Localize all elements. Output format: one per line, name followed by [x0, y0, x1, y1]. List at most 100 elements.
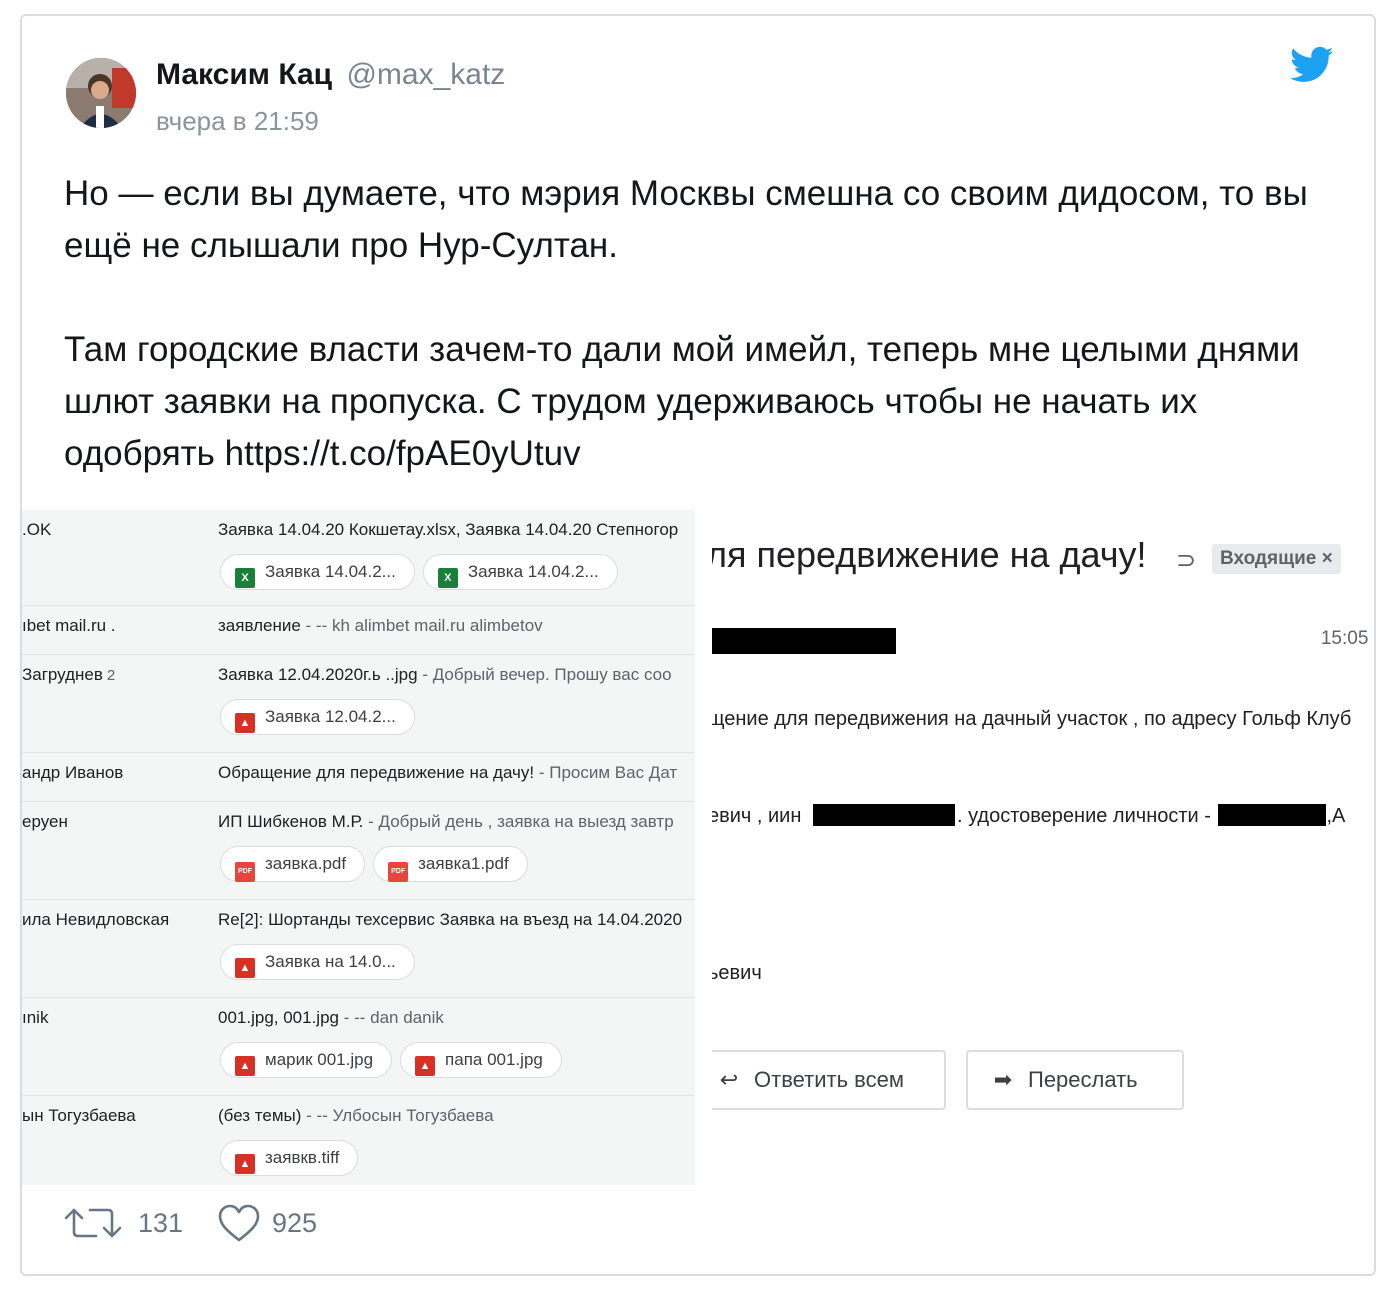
inbox-row-sender: ıbet mail.ru .: [22, 616, 116, 636]
subject-text: 001.jpg, 001.jpg: [218, 1008, 339, 1027]
image-icon: ▲: [235, 713, 255, 733]
snippet-text: - Добрый вечер. Прошу вас соо: [417, 665, 672, 684]
reply-all-button[interactable]: ↩ Ответить всем: [712, 1050, 946, 1110]
attachment-chip[interactable]: ▲ папа 001.jpg: [400, 1042, 562, 1078]
attachment-chip[interactable]: ▲ Заявка на 14.0...: [220, 944, 415, 980]
snippet-text: - -- kh alimbet mail.ru alimbetov: [300, 616, 543, 635]
subject-text: Заявка 14.04.20 Кокшетау.xlsx, Заявка 14…: [218, 520, 679, 539]
attachment-label: Заявка 14.04.2...: [265, 562, 396, 581]
inbox-row[interactable]: ınik 001.jpg, 001.jpg - -- dan danik ▲ мари…: [22, 998, 695, 1096]
inbox-row[interactable]: ıbet mail.ru . заявление - -- kh alimbet …: [22, 606, 695, 655]
inbox-row-sender: ınik: [22, 1008, 48, 1028]
sender-name: андр Иванов: [22, 763, 124, 782]
inbox-row-subject: (без темы) - -- Улбосын Тогузбаева: [218, 1106, 494, 1126]
image-icon: ▲: [235, 958, 255, 978]
attachment-chips: ▲ Заявка на 14.0...: [220, 944, 423, 980]
attachment-chip[interactable]: X Заявка 14.04.2...: [422, 554, 618, 590]
like-count: 925: [272, 1208, 318, 1238]
sender-name: ınik: [22, 1008, 49, 1027]
attachment-chip[interactable]: ▲ марик 001.jpg: [220, 1042, 393, 1078]
attachment-chip[interactable]: ▲ заявкв.tiff: [220, 1140, 359, 1176]
redacted-sender: [712, 628, 896, 654]
inbox-row-subject: Заявка 14.04.20 Кокшетау.xlsx, Заявка 14…: [218, 520, 678, 540]
heart-icon: [218, 1204, 260, 1242]
inbox-row[interactable]: Загруднев 2 Заявка 12.04.2020г.ь ..jpg - Д…: [22, 655, 695, 753]
attachment-chip[interactable]: ▲ Заявка 12.04.2...: [220, 699, 415, 735]
image-icon: ▲: [235, 1154, 255, 1174]
inbox-row-subject: Заявка 12.04.2020г.ь ..jpg - Добрый вече…: [218, 665, 672, 685]
retweet-icon: [64, 1208, 122, 1238]
inbox-row[interactable]: ын Тогузбаева (без темы) - -- Улбосын Тог…: [22, 1096, 695, 1185]
email-body-line-2b: . удостоверение личности -: [956, 805, 1211, 827]
snippet-text: - -- Улбосын Тогузбаева: [301, 1106, 494, 1125]
attachment-chip[interactable]: PDF заявка1.pdf: [373, 846, 528, 882]
inbox-row-subject: Re[2]: Шортанды техсервис Заявка на въез…: [218, 910, 682, 930]
reply-all-label: Ответить всем: [754, 1067, 904, 1092]
inbox-row-subject: ИП Шибкенов М.Р. - Добрый день , заявка …: [218, 812, 674, 832]
media-divider: [695, 510, 704, 1185]
attachment-label: марик 001.jpg: [265, 1050, 374, 1069]
attachment-chips: ▲ Заявка 12.04.2...: [220, 699, 423, 735]
email-screenshot[interactable]: ля передвижение на дачу! ⊃ Входящие × 15…: [704, 510, 1374, 1185]
sender-name: ıbet mail.ru .: [22, 616, 116, 635]
subject-text: Re[2]: Шортанды техсервис Заявка на въез…: [218, 910, 683, 929]
thread-count: 2: [106, 667, 116, 684]
attachment-chips: ▲ марик 001.jpg ▲ папа 001.jpg: [220, 1042, 570, 1078]
inbox-row-sender: ила Невидловская: [22, 910, 169, 930]
inbox-screenshot[interactable]: .OK Заявка 14.04.20 Кокшетау.xlsx, Заявка…: [22, 510, 695, 1185]
attachment-label: заявка1.pdf: [418, 854, 509, 873]
attachment-label: Заявка 12.04.2...: [265, 707, 396, 726]
retweet-button[interactable]: 131: [62, 1202, 192, 1242]
email-body-line-3: ьевич: [708, 962, 762, 984]
label-arrow-icon: ⊃: [1176, 547, 1197, 574]
excel-icon: X: [437, 568, 458, 588]
inbox-row[interactable]: .OK Заявка 14.04.20 Кокшетау.xlsx, Заявка…: [22, 510, 695, 606]
subject-text: заявление: [218, 616, 301, 635]
tweet-card: Максим Кац @max_katz вчера в 21:59 Но — …: [20, 14, 1376, 1276]
tweet-paragraph-2: Там городские власти зачем-то дали мой и…: [64, 330, 1300, 473]
author-line: Максим Кац @max_katz: [156, 58, 505, 92]
inbox-row-subject: 001.jpg, 001.jpg - -- dan danik: [218, 1008, 444, 1028]
reply-all-icon: ↩: [719, 1067, 739, 1092]
attachment-chips: ▲ заявкв.tiff: [220, 1140, 366, 1176]
pdf-icon: PDF: [388, 862, 409, 882]
subject-text: (без темы): [218, 1106, 302, 1125]
inbox-row-subject: Обращение для передвижение на дачу! - Пр…: [218, 763, 677, 783]
image-icon: ▲: [415, 1056, 436, 1076]
attachment-chip[interactable]: X Заявка 14.04.2...: [220, 554, 415, 590]
forward-button[interactable]: ➡ Переслать: [966, 1050, 1184, 1110]
subject-text: Заявка 12.04.2020г.ь ..jpg: [218, 665, 418, 684]
email-body-line-2c: ,А: [1326, 805, 1346, 827]
snippet-text: - -- dan danik: [339, 1008, 444, 1027]
inbox-label-badge: Входящие ×: [1212, 544, 1341, 574]
inbox-row-sender: андр Иванов: [22, 763, 123, 783]
snippet-text: - Добрый день , заявка на выезд завтр: [363, 812, 674, 831]
tweet-timestamp[interactable]: вчера в 21:59: [156, 106, 319, 137]
email-body-line-1: щение для передвижения на дачный участок…: [708, 708, 1352, 730]
inbox-row-sender: ын Тогузбаева: [22, 1106, 136, 1126]
sender-name: ын Тогузбаева: [22, 1106, 136, 1125]
subject-text: ИП Шибкенов М.Р.: [218, 812, 364, 831]
author-handle[interactable]: @max_katz: [346, 58, 505, 91]
twitter-bird-icon[interactable]: [1290, 46, 1334, 84]
attachment-label: папа 001.jpg: [445, 1050, 543, 1069]
inbox-row-sender: еруен: [22, 812, 68, 832]
author-avatar[interactable]: [66, 58, 136, 128]
inbox-row[interactable]: еруен ИП Шибкенов М.Р. - Добрый день , за…: [22, 802, 695, 900]
sender-name: ила Невидловская: [22, 910, 170, 929]
attachment-label: заявкв.tiff: [265, 1148, 340, 1167]
attachment-label: Заявка на 14.0...: [265, 952, 396, 971]
like-button[interactable]: 925: [218, 1202, 358, 1242]
inbox-row-subject: заявление - -- kh alimbet mail.ru alimbe…: [218, 616, 543, 636]
inbox-row[interactable]: ила Невидловская Re[2]: Шортанды техсерви…: [22, 900, 695, 998]
attachment-label: заявка.pdf: [265, 854, 347, 873]
attachment-chip[interactable]: PDF заявка.pdf: [220, 846, 366, 882]
redacted-iin: [812, 804, 955, 826]
author-name[interactable]: Максим Кац: [156, 58, 332, 91]
redacted-id: [1218, 804, 1327, 826]
inbox-row-sender: Загруднев 2: [22, 665, 115, 685]
pdf-icon: PDF: [235, 862, 255, 882]
inbox-row[interactable]: андр Иванов Обращение для передвижение на…: [22, 753, 695, 802]
forward-label: Переслать: [1028, 1067, 1138, 1092]
email-subject: ля передвижение на дачу!: [706, 534, 1147, 575]
